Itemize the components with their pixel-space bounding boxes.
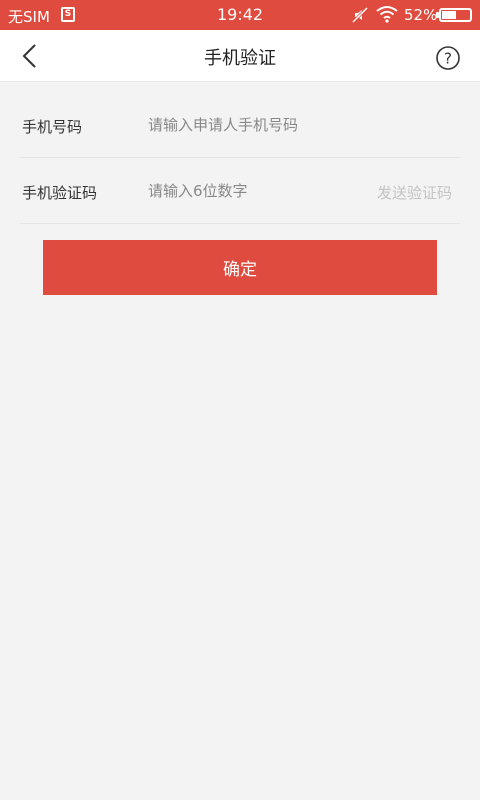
phone-input[interactable] <box>148 111 448 139</box>
battery-level-fill <box>442 11 456 19</box>
battery-percent: 52% <box>404 6 438 24</box>
send-code-button[interactable]: 发送验证码 <box>377 182 452 203</box>
nav-bar: 手机验证 ? <box>0 30 480 82</box>
status-bar: 无SIM S 19:42 52% <box>0 0 480 30</box>
battery-icon <box>439 8 472 22</box>
mute-icon <box>352 7 368 23</box>
verification-form: 手机号码 手机验证码 发送验证码 <box>0 82 480 224</box>
page-title: 手机验证 <box>204 48 276 69</box>
confirm-button[interactable]: 确定 <box>43 240 437 295</box>
help-button[interactable]: ? <box>435 45 461 71</box>
code-input[interactable] <box>148 177 358 205</box>
code-label: 手机验证码 <box>22 184 98 202</box>
help-glyph: ? <box>444 50 452 68</box>
code-row: 手机验证码 发送验证码 <box>20 158 460 224</box>
phone-row: 手机号码 <box>20 92 460 158</box>
phone-label: 手机号码 <box>22 118 83 136</box>
wifi-icon <box>376 6 398 23</box>
